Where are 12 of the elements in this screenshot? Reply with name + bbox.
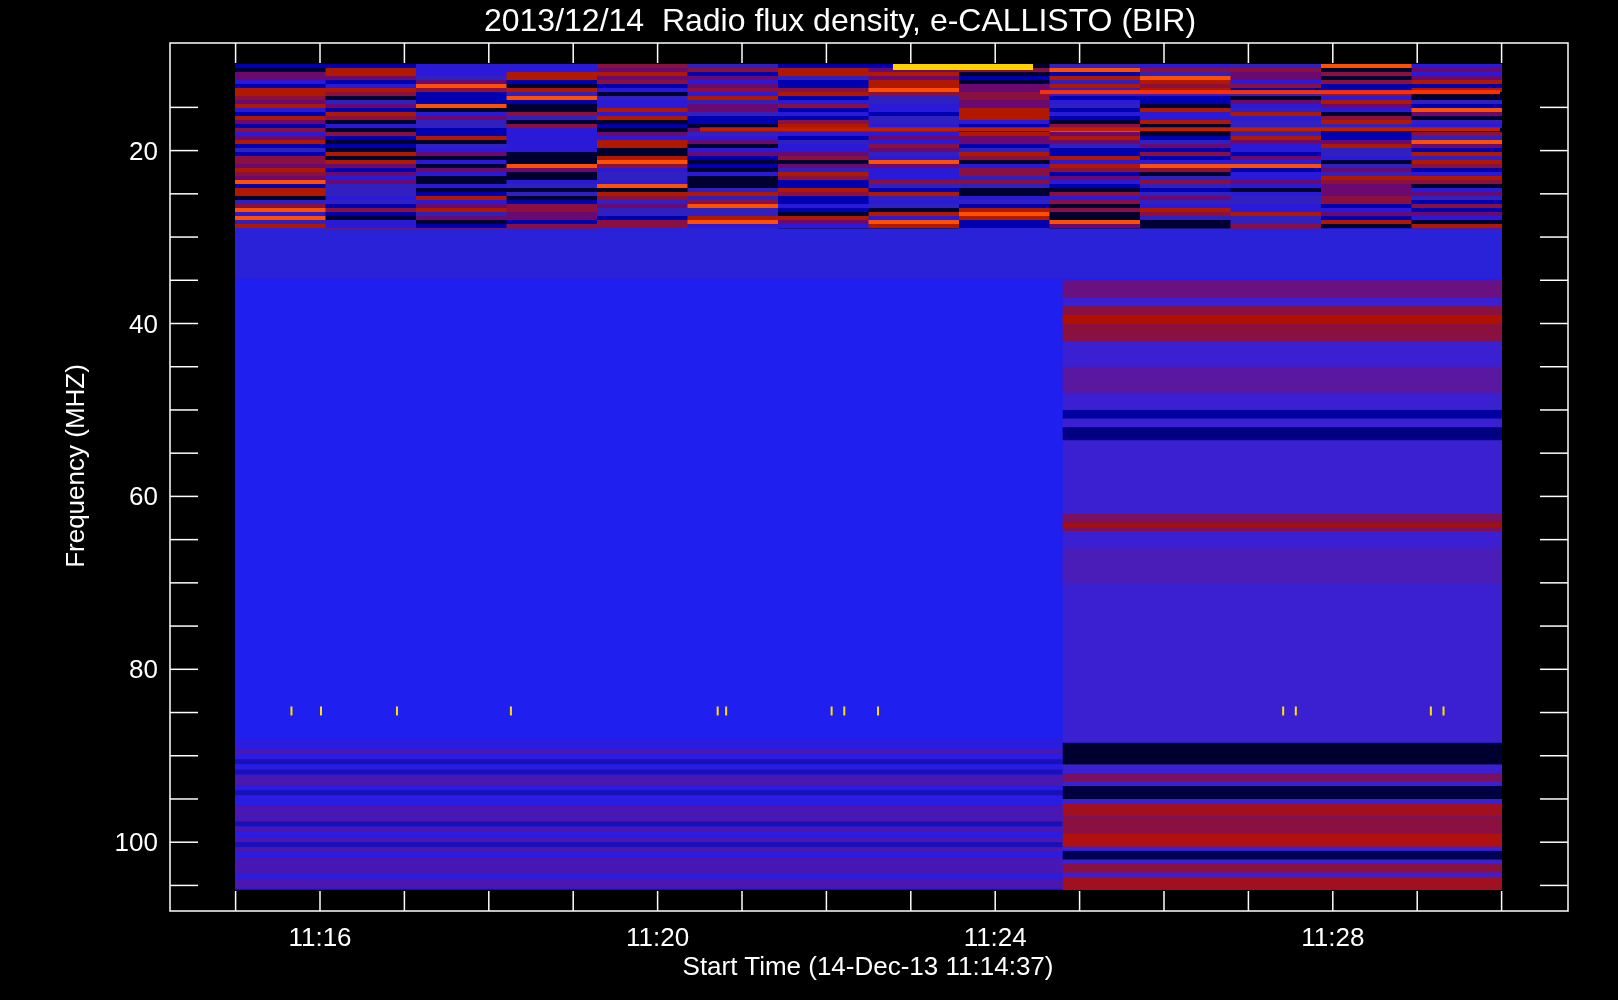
y-tick-label: 40 bbox=[129, 308, 158, 339]
x-tick-label: 11:20 bbox=[626, 922, 690, 952]
y-axis-label: Frequency (MHZ) bbox=[60, 364, 90, 568]
y-tick-label: 20 bbox=[129, 135, 158, 166]
x-tick-label: 11:16 bbox=[288, 922, 352, 952]
x-axis-label: Start Time (14-Dec-13 11:14:37) bbox=[682, 951, 1054, 981]
chart-title: 2013/12/14 Radio flux density, e-CALLISTO (BIR) bbox=[483, 2, 1197, 38]
x-tick-label: 11:24 bbox=[963, 922, 1027, 952]
x-tick-label: 11:28 bbox=[1301, 922, 1365, 952]
y-tick-label: 80 bbox=[129, 654, 158, 685]
y-tick-label: 60 bbox=[129, 481, 158, 512]
y-tick-label: 100 bbox=[114, 827, 158, 858]
